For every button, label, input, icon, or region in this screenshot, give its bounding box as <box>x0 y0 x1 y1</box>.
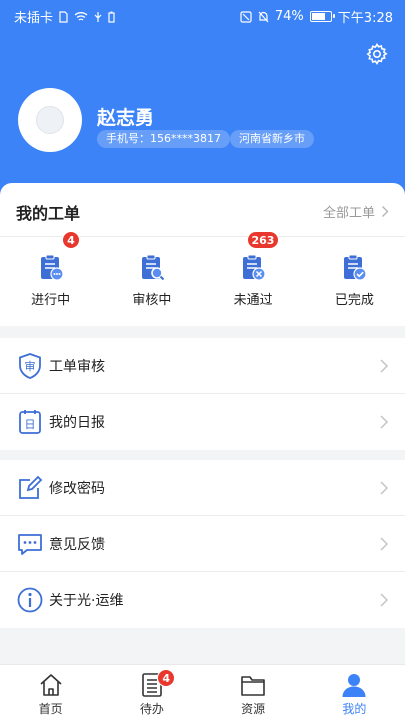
tab-home[interactable]: 首页 <box>0 665 101 720</box>
edit-icon <box>16 474 44 502</box>
wifi-icon <box>74 11 88 22</box>
in-progress-count-badge: 4 <box>62 231 80 249</box>
menu-group-review: 审 工单审核 日 我的日报 <box>0 338 405 450</box>
usb-icon <box>94 11 102 23</box>
order-status-in-progress[interactable]: 4 进行中 <box>0 231 101 326</box>
folder-icon <box>240 672 266 698</box>
status-bar: 未插卡 74% 下午3:28 <box>0 0 405 30</box>
order-status-label: 进行中 <box>31 293 71 308</box>
user-name: 赵志勇 <box>97 107 155 129</box>
battery-icon <box>309 11 335 22</box>
tab-label: 首页 <box>38 702 63 716</box>
clipboard-rejected-icon <box>238 253 268 283</box>
settings-gear-icon[interactable] <box>365 42 389 66</box>
clipboard-search-icon <box>137 253 167 283</box>
menu-item-label: 我的日报 <box>49 415 105 431</box>
chevron-right-icon <box>379 414 389 430</box>
menu-item-order-review[interactable]: 审 工单审核 <box>0 338 405 394</box>
bottom-tab-bar: 首页 4 待办 资源 我的 <box>0 664 405 720</box>
order-status-label: 未通过 <box>233 293 273 308</box>
carrier-label: 未插卡 <box>14 11 54 26</box>
phone-chip: 手机号：156****3817 <box>97 130 230 148</box>
home-icon <box>38 672 64 698</box>
menu-item-label: 修改密码 <box>49 481 105 497</box>
chevron-right-icon <box>379 536 389 552</box>
work-orders-header: 我的工单 全部工单 <box>0 183 405 237</box>
all-orders-label: 全部工单 <box>322 206 375 221</box>
all-orders-link[interactable]: 全部工单 <box>323 202 389 221</box>
tab-resources[interactable]: 资源 <box>203 665 304 720</box>
daily-report-icon: 日 <box>16 408 44 436</box>
order-status-row: 4 进行中 审核中 263 未通过 已完成 <box>0 231 405 326</box>
clock: 下午3:28 <box>337 11 393 26</box>
work-orders-title: 我的工单 <box>16 204 81 223</box>
menu-item-feedback[interactable]: 意见反馈 <box>0 516 405 572</box>
tab-mine[interactable]: 我的 <box>304 665 405 720</box>
region-chip: 河南省新乡市 <box>230 130 314 148</box>
order-status-completed[interactable]: 已完成 <box>304 237 405 326</box>
menu-item-label: 关于光·运维 <box>49 593 124 609</box>
menu-group-account: 修改密码 意见反馈 关于光·运维 <box>0 460 405 628</box>
tab-todo[interactable]: 4 待办 <box>101 665 202 720</box>
mute-icon <box>258 11 269 23</box>
profile-header: 未插卡 74% 下午3:28 赵志勇 手机号：156****3817 河南省新乡… <box>0 0 405 205</box>
clipboard-check-icon <box>339 253 369 283</box>
menu-item-change-password[interactable]: 修改密码 <box>0 460 405 516</box>
work-orders-card: 我的工单 全部工单 4 进行中 审核中 263 未通过 已完成 <box>0 183 405 326</box>
battery-percent: 74% <box>274 9 304 24</box>
avatar-placeholder-icon <box>36 106 64 134</box>
feedback-icon <box>16 530 44 558</box>
rejected-count-badge: 263 <box>246 231 280 249</box>
chevron-right-icon <box>379 592 389 608</box>
svg-text:审: 审 <box>25 359 36 373</box>
chevron-right-icon <box>382 206 389 217</box>
nfc-icon <box>240 10 252 23</box>
menu-item-label: 工单审核 <box>49 359 105 375</box>
menu-item-daily-report[interactable]: 日 我的日报 <box>0 394 405 450</box>
todo-count-badge: 4 <box>157 669 176 687</box>
info-icon <box>16 586 44 614</box>
order-status-label: 审核中 <box>132 293 172 308</box>
tab-label: 待办 <box>139 702 164 716</box>
order-status-label: 已完成 <box>334 293 374 308</box>
menu-item-about[interactable]: 关于光·运维 <box>0 572 405 628</box>
svg-text:日: 日 <box>25 418 36 431</box>
order-status-reviewing[interactable]: 审核中 <box>101 237 202 326</box>
avatar[interactable] <box>18 88 82 152</box>
chevron-right-icon <box>379 480 389 496</box>
menu-item-label: 意见反馈 <box>49 537 105 553</box>
clipboard-progress-icon <box>36 253 66 283</box>
battery-saver-icon <box>108 11 115 23</box>
user-icon <box>341 672 367 698</box>
audit-shield-icon: 审 <box>16 352 44 380</box>
tab-label: 我的 <box>342 702 367 716</box>
order-status-rejected[interactable]: 263 未通过 <box>203 231 304 326</box>
sim-icon <box>59 10 68 23</box>
tab-label: 资源 <box>241 702 266 716</box>
chevron-right-icon <box>379 358 389 374</box>
